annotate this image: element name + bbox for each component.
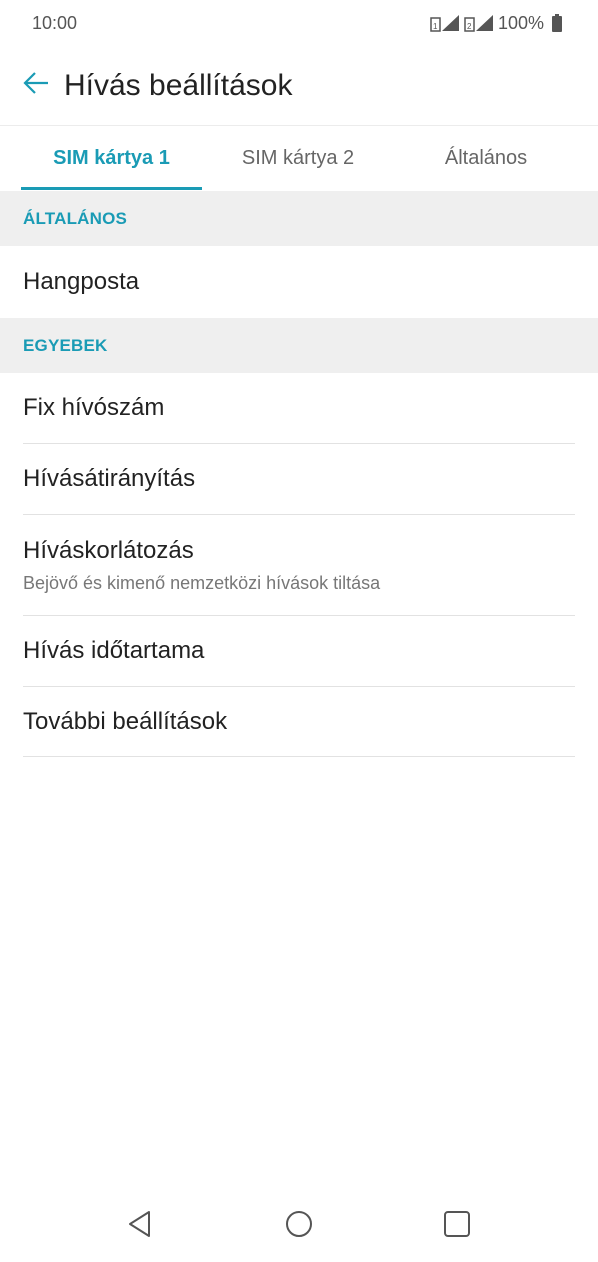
svg-text:1: 1 (433, 22, 438, 31)
back-arrow-icon (23, 72, 49, 99)
list-item-call-duration[interactable]: Hívás időtartama (23, 616, 575, 686)
tab-sim-1[interactable]: SIM kártya 1 (21, 127, 202, 190)
nav-back-button[interactable] (120, 1206, 160, 1246)
recents-square-icon (443, 1210, 471, 1243)
list-item-label: Híváskorlátozás (23, 536, 194, 564)
sim2-signal-icon: 2 (464, 14, 494, 32)
list-item-voicemail[interactable]: Hangposta (23, 246, 575, 318)
list-item-call-forwarding[interactable]: Hívásátirányítás (23, 444, 575, 514)
section-header-general: ÁLTALÁNOS (0, 191, 598, 246)
back-triangle-icon (127, 1210, 153, 1243)
list-item-label: Fix hívószám (23, 394, 165, 421)
status-time: 10:00 (32, 12, 78, 33)
back-button[interactable] (14, 64, 58, 108)
home-circle-icon (285, 1210, 313, 1243)
list-item-subtitle: Bejövő és kimenő nemzetközi hívások tilt… (23, 572, 381, 593)
tab-general[interactable]: Általános (394, 127, 578, 190)
navigation-bar (0, 1190, 598, 1262)
screen: 10:00 1 2 100% Hívás beállítások SIM kár… (0, 0, 598, 1262)
status-icons: 1 2 100% (430, 13, 562, 34)
sim1-signal-icon: 1 (430, 14, 460, 32)
list-item-label: Hangposta (23, 268, 140, 295)
list-item-label: Hívás időtartama (23, 637, 205, 664)
svg-text:2: 2 (467, 22, 472, 31)
list-item-label: Hívásátirányítás (23, 465, 196, 492)
status-bar: 10:00 1 2 100% (0, 0, 598, 46)
nav-recents-button[interactable] (437, 1206, 477, 1246)
battery-percent: 100% (497, 12, 544, 33)
list-item-label: További beállítások (23, 708, 228, 735)
list-item-additional-settings[interactable]: További beállítások (23, 687, 575, 757)
page-title: Hívás beállítások (64, 68, 293, 102)
nav-home-button[interactable] (279, 1206, 319, 1246)
list-item-call-barring[interactable]: Híváskorlátozás Bejövő és kimenő nemzetk… (23, 515, 575, 615)
tab-sim-2[interactable]: SIM kártya 2 (202, 127, 394, 190)
app-bar: Hívás beállítások (0, 46, 598, 126)
tab-bar: SIM kártya 1 SIM kártya 2 Általános (0, 127, 598, 190)
divider (23, 756, 575, 757)
section-header-other: EGYEBEK (0, 318, 598, 373)
battery-icon (552, 14, 562, 32)
list-item-fixed-dialing[interactable]: Fix hívószám (23, 373, 575, 443)
